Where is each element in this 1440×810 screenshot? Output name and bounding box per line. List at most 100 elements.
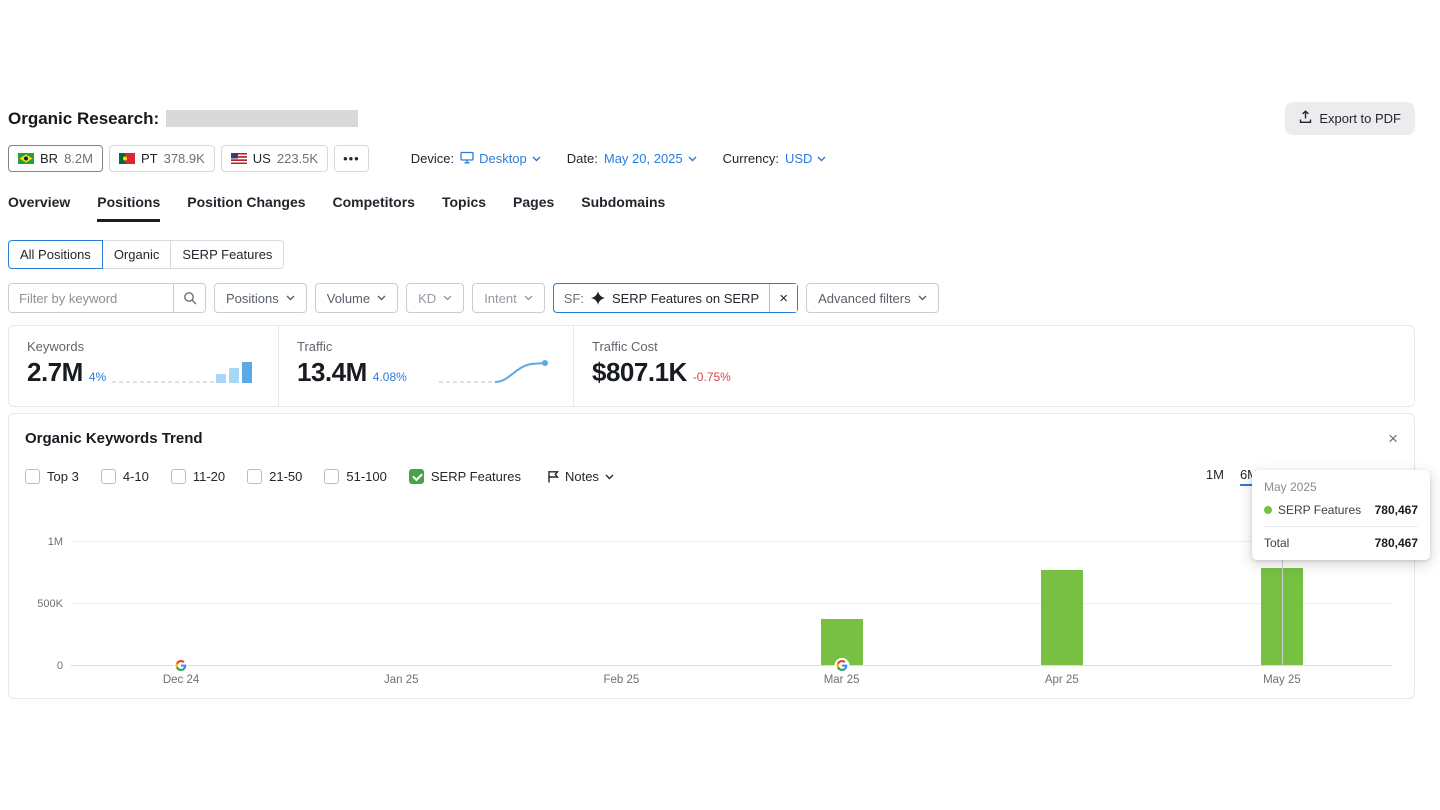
chevron-down-icon (443, 295, 452, 301)
currency-value: USD (785, 151, 812, 166)
y-axis-tick: 1M (25, 536, 63, 548)
metric-label: Keywords (27, 339, 260, 354)
subtab-serp-features[interactable]: SERP Features (170, 240, 284, 269)
context-selectors: Device: Desktop Date: May 20, 2025 (411, 151, 827, 167)
device-selector: Device: Desktop (411, 151, 541, 167)
filters-bar: Positions Volume KD Intent SF: SERP Feat… (8, 283, 1415, 313)
metric-label: Traffic (297, 339, 555, 354)
plot-columns (71, 506, 1392, 666)
remove-serp-filter-button[interactable]: × (769, 284, 797, 312)
serp-chip-prefix: SF: (564, 291, 584, 306)
positions-subtabs: All Positions Organic SERP Features (8, 240, 1415, 269)
more-countries-button[interactable]: ••• (334, 145, 369, 172)
tab-positions[interactable]: Positions (97, 194, 160, 222)
device-value: Desktop (479, 151, 527, 166)
currency-label: Currency: (723, 151, 779, 166)
tab-position-changes[interactable]: Position Changes (187, 194, 305, 222)
traffic-sparkline (437, 355, 555, 394)
legend-label: SERP Features (431, 469, 521, 484)
y-axis-tick: 0 (25, 660, 63, 672)
serp-features-series-dot (1264, 506, 1272, 514)
organic-keywords-trend-card: Organic Keywords Trend × Top 3 4-10 11-2… (8, 413, 1415, 699)
legend-serp-features[interactable]: SERP Features (409, 469, 521, 484)
dropdown-label: Volume (327, 291, 370, 306)
country-toolbar: BR 8.2M PT 378.9K US 223.5K ••• Device: (8, 145, 1415, 172)
tab-subdomains[interactable]: Subdomains (581, 194, 665, 222)
search-icon (183, 291, 197, 305)
chevron-down-icon (377, 295, 386, 301)
country-tab-br[interactable]: BR 8.2M (8, 145, 103, 172)
google-update-icon[interactable] (834, 658, 849, 673)
x-axis-label: May 25 (1172, 674, 1392, 686)
legend-11-20[interactable]: 11-20 (171, 469, 225, 484)
export-icon (1299, 110, 1312, 127)
kd-filter-dropdown[interactable]: KD (406, 283, 464, 313)
pt-flag-icon (119, 153, 135, 164)
serp-chip-body[interactable]: SF: SERP Features on SERP (554, 284, 769, 312)
chart-title: Organic Keywords Trend (25, 430, 203, 447)
keyword-filter (8, 283, 206, 313)
tooltip-divider (1264, 526, 1418, 527)
close-chart-button[interactable]: × (1388, 430, 1398, 447)
export-to-pdf-button[interactable]: Export to PDF (1285, 102, 1415, 135)
device-value-dropdown[interactable]: Desktop (460, 151, 541, 167)
x-axis-label: Mar 25 (732, 674, 952, 686)
legend-51-100[interactable]: 51-100 (324, 469, 386, 484)
plot-column-apr-25[interactable] (952, 506, 1172, 666)
organic-research-page: Organic Research: Export to PDF BR 8.2M … (0, 0, 1440, 699)
range-1m[interactable]: 1M (1206, 467, 1224, 486)
metric-value: $807.1K (592, 357, 687, 388)
advanced-filters-dropdown[interactable]: Advanced filters (806, 283, 939, 313)
intent-filter-dropdown[interactable]: Intent (472, 283, 545, 313)
x-axis-label: Apr 25 (952, 674, 1172, 686)
checkbox-unchecked-icon (25, 469, 40, 484)
plot-column-mar-25[interactable] (732, 506, 952, 666)
y-axis-tick: 500K (25, 598, 63, 610)
currency-selector: Currency: USD (723, 151, 827, 166)
legend-21-50[interactable]: 21-50 (247, 469, 302, 484)
volume-filter-dropdown[interactable]: Volume (315, 283, 398, 313)
plot-column-jan-25[interactable] (291, 506, 511, 666)
chevron-down-icon (918, 295, 927, 301)
serp-features-filter-chip: SF: SERP Features on SERP × (553, 283, 798, 313)
date-value-dropdown[interactable]: May 20, 2025 (604, 151, 697, 166)
keyword-filter-input[interactable] (9, 284, 173, 312)
country-tab-us[interactable]: US 223.5K (221, 145, 328, 172)
checkbox-checked-icon (409, 469, 424, 484)
metric-change: 4% (89, 370, 106, 384)
metric-change: 4.08% (373, 370, 407, 384)
subtab-all-positions[interactable]: All Positions (8, 240, 103, 269)
tab-competitors[interactable]: Competitors (333, 194, 415, 222)
metric-change: -0.75% (693, 370, 731, 384)
search-button[interactable] (173, 284, 205, 312)
chevron-down-icon (817, 156, 826, 162)
header: Organic Research: Export to PDF (8, 102, 1415, 135)
flag-icon (547, 470, 559, 483)
subtab-organic[interactable]: Organic (102, 240, 172, 269)
serp-chip-label: SERP Features on SERP (612, 291, 759, 306)
plot-column-dec-24[interactable] (71, 506, 291, 666)
notes-dropdown[interactable]: Notes (547, 469, 614, 484)
chevron-down-icon (524, 295, 533, 301)
legend-4-10[interactable]: 4-10 (101, 469, 149, 484)
serp-features-icon (591, 291, 605, 305)
device-label: Device: (411, 151, 454, 166)
positions-filter-dropdown[interactable]: Positions (214, 283, 307, 313)
chart-controls: Top 3 4-10 11-20 21-50 51-100 SERP Featu… (25, 467, 1398, 486)
chevron-down-icon (532, 156, 541, 162)
tooltip-total-value: 780,467 (1375, 536, 1418, 550)
plot-column-feb-25[interactable] (511, 506, 731, 666)
dropdown-label: Intent (484, 291, 517, 306)
google-update-icon[interactable] (174, 658, 189, 673)
legend-top-3[interactable]: Top 3 (25, 469, 79, 484)
page-title: Organic Research: (8, 109, 159, 129)
tab-pages[interactable]: Pages (513, 194, 554, 222)
date-label: Date: (567, 151, 598, 166)
tab-topics[interactable]: Topics (442, 194, 486, 222)
country-tab-pt[interactable]: PT 378.9K (109, 145, 215, 172)
dropdown-label: Advanced filters (818, 291, 911, 306)
bar-serp-features[interactable] (1041, 570, 1083, 665)
legend-label: 11-20 (193, 469, 225, 484)
currency-value-dropdown[interactable]: USD (785, 151, 826, 166)
tab-overview[interactable]: Overview (8, 194, 70, 222)
